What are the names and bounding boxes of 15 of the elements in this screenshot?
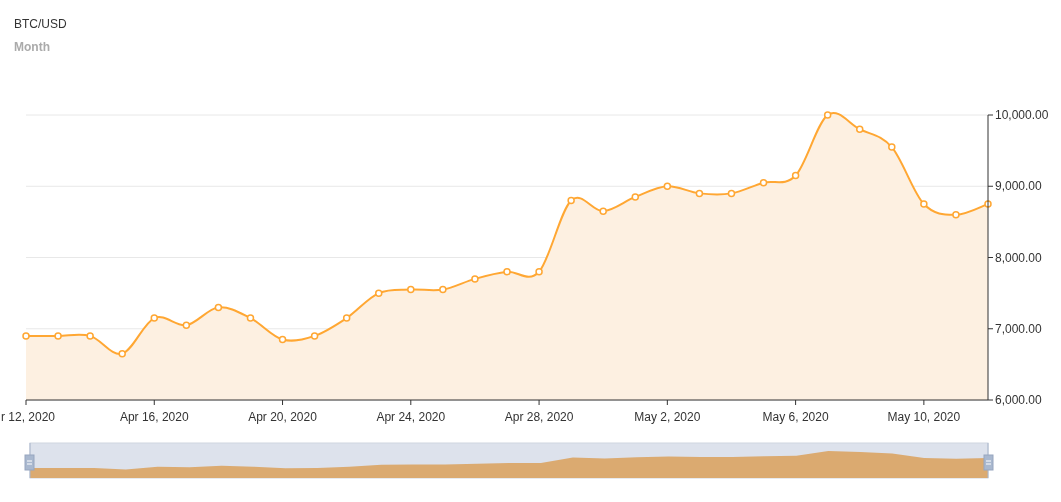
chart-subtitle: Month — [14, 40, 50, 54]
axis-label: 6,000.00 — [995, 393, 1042, 407]
axis-label: Apr 28, 2020 — [504, 410, 574, 424]
axis-label: 8,000.00 — [995, 250, 1042, 265]
axis-label: 10,000.00 — [995, 108, 1049, 122]
axis-label: Apr 16, 2020 — [119, 410, 189, 424]
axis-label: Apr 20, 2020 — [248, 410, 317, 424]
axis-label: May 2, 2020 — [634, 410, 701, 424]
axis-label: r 12, 2020 — [1, 410, 56, 424]
axis-label: May 6, 2020 — [762, 410, 829, 424]
chart-title: BTC/USD — [14, 17, 67, 31]
axis-label: Apr 24, 2020 — [376, 410, 446, 424]
axis-label: 7,000.00 — [995, 321, 1042, 336]
axis-label: 9,000.00 — [995, 179, 1042, 194]
axis-label: May 10, 2020 — [887, 410, 961, 424]
